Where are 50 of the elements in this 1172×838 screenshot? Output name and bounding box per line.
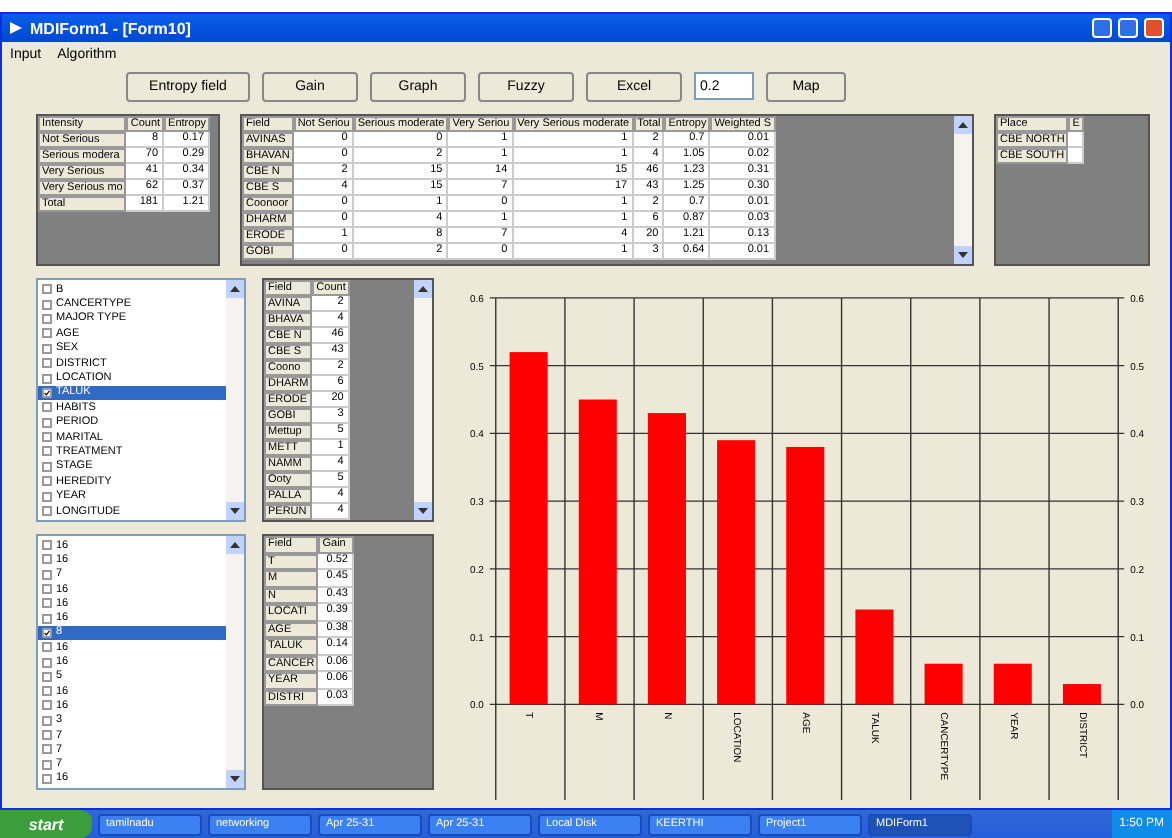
checkbox[interactable] xyxy=(42,446,52,457)
checkbox[interactable] xyxy=(42,506,52,517)
checkbox[interactable] xyxy=(42,759,52,770)
checkbox[interactable] xyxy=(42,700,52,711)
checkbox[interactable] xyxy=(42,686,52,697)
checkbox[interactable] xyxy=(42,613,52,624)
minimize-button[interactable] xyxy=(1092,18,1112,38)
checkbox[interactable] xyxy=(42,432,52,443)
checkbox[interactable] xyxy=(42,373,52,384)
checkbox[interactable] xyxy=(42,299,52,310)
checkbox[interactable] xyxy=(42,476,52,487)
scrollbar[interactable] xyxy=(226,536,244,788)
checkbox[interactable] xyxy=(42,657,52,668)
checkbox[interactable] xyxy=(42,598,52,609)
checkbox[interactable] xyxy=(42,417,52,428)
scroll-down-icon[interactable] xyxy=(226,770,244,788)
scrollbar[interactable] xyxy=(954,116,972,264)
checkbox[interactable] xyxy=(42,491,52,502)
maximize-button[interactable] xyxy=(1118,18,1138,38)
checkbox[interactable] xyxy=(42,328,52,339)
checkbox[interactable] xyxy=(42,627,52,638)
app-icon xyxy=(8,20,24,36)
checkbox[interactable] xyxy=(42,671,52,682)
scroll-down-icon[interactable] xyxy=(414,502,432,520)
window-title: MDIForm1 - [Form10] xyxy=(30,19,193,37)
scroll-down-icon[interactable] xyxy=(954,246,972,264)
checkbox[interactable] xyxy=(42,569,52,580)
checkbox[interactable] xyxy=(42,584,52,595)
checkbox[interactable] xyxy=(42,540,52,551)
checkbox[interactable] xyxy=(42,642,52,653)
checkbox[interactable] xyxy=(42,387,52,398)
checkbox[interactable] xyxy=(42,461,52,472)
scroll-up-icon[interactable] xyxy=(954,116,972,134)
checkbox[interactable] xyxy=(42,730,52,740)
checkbox[interactable] xyxy=(42,343,52,354)
checkbox[interactable] xyxy=(42,402,52,413)
checkbox[interactable] xyxy=(42,715,52,726)
checkbox[interactable] xyxy=(42,744,52,755)
scroll-up-icon[interactable] xyxy=(414,280,432,298)
scroll-up-icon[interactable] xyxy=(226,280,244,298)
scrollbar[interactable] xyxy=(226,280,244,520)
checkbox[interactable] xyxy=(42,358,52,369)
checkbox[interactable] xyxy=(42,773,52,784)
close-button[interactable] xyxy=(1144,18,1164,38)
scrollbar[interactable] xyxy=(414,280,432,520)
checkbox[interactable] xyxy=(42,284,52,295)
scroll-down-icon[interactable] xyxy=(226,502,244,520)
scroll-up-icon[interactable] xyxy=(226,536,244,554)
checkbox[interactable] xyxy=(42,554,52,565)
checkbox[interactable] xyxy=(42,313,52,324)
